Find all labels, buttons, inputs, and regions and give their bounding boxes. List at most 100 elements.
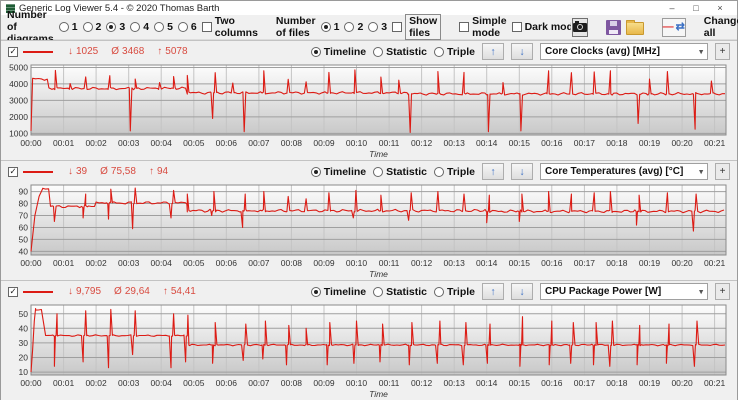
radio-icon [373, 47, 383, 57]
channel-up-button[interactable]: ↑ [482, 283, 504, 300]
panel-header: ✓ ↓9,795 Ø29,64 ↑54,41 Timeline Statisti… [1, 281, 737, 302]
channel-select[interactable]: Core Clocks (avg) [MHz]▾ [540, 43, 708, 60]
svg-text:1000: 1000 [9, 128, 28, 138]
svg-text:00:19: 00:19 [639, 138, 661, 148]
camera-icon [573, 23, 587, 32]
svg-text:00:09: 00:09 [313, 378, 335, 388]
svg-text:40: 40 [19, 323, 29, 333]
series-line-sample [23, 291, 53, 293]
svg-text:00:11: 00:11 [379, 378, 400, 388]
svg-text:5000: 5000 [9, 63, 28, 73]
chevron-down-icon: ▾ [699, 287, 703, 296]
series-stats: ↓1025 Ø3468 ↑5078 [68, 46, 197, 57]
svg-text:60: 60 [19, 223, 29, 233]
svg-text:00:19: 00:19 [639, 378, 661, 388]
channel-up-button[interactable]: ↑ [482, 163, 504, 180]
save-button[interactable] [606, 18, 621, 37]
channel-down-button[interactable]: ↓ [511, 43, 533, 60]
view-statistic-radio[interactable]: Statistic [373, 166, 427, 178]
minimize-button[interactable]: – [660, 1, 684, 15]
svg-text:00:00: 00:00 [20, 258, 42, 268]
svg-text:00:04: 00:04 [151, 378, 173, 388]
open-file-button[interactable] [626, 18, 644, 37]
channel-down-button[interactable]: ↓ [511, 283, 533, 300]
floppy-disk-icon [606, 20, 621, 35]
show-files-checkbox[interactable]: Show files [392, 14, 441, 40]
toolbar: Number of diagrams 1 2 3 4 5 6 Two colum… [1, 15, 737, 40]
diagrams-radio-6[interactable]: 6 [178, 21, 197, 33]
svg-text:00:02: 00:02 [85, 138, 107, 148]
channel-down-button[interactable]: ↓ [511, 163, 533, 180]
series-visible-checkbox[interactable]: ✓ [8, 287, 18, 297]
view-timeline-radio[interactable]: Timeline [311, 46, 366, 58]
svg-text:00:01: 00:01 [53, 258, 75, 268]
svg-text:00:15: 00:15 [509, 138, 531, 148]
diagrams-radio-1[interactable]: 1 [59, 21, 78, 33]
svg-text:00:10: 00:10 [346, 258, 368, 268]
view-triple-radio[interactable]: Triple [434, 46, 475, 58]
add-channel-button[interactable]: + [715, 43, 730, 60]
stat-min-value: 1025 [76, 46, 98, 57]
add-channel-button[interactable]: + [715, 163, 730, 180]
stat-avg-icon: Ø [100, 166, 108, 177]
arrow-up-icon: ↑ [490, 166, 495, 178]
channel-select[interactable]: CPU Package Power [W]▾ [540, 283, 708, 300]
add-channel-button[interactable]: + [715, 283, 730, 300]
window-controls: – □ × [660, 1, 732, 15]
svg-text:00:20: 00:20 [671, 138, 693, 148]
close-button[interactable]: × [708, 1, 732, 15]
view-statistic-radio[interactable]: Statistic [373, 46, 427, 58]
radio-icon [178, 22, 188, 32]
stat-max-value: 94 [157, 166, 168, 177]
svg-text:00:06: 00:06 [216, 258, 238, 268]
svg-text:00:02: 00:02 [85, 258, 107, 268]
view-triple-radio[interactable]: Triple [434, 166, 475, 178]
svg-text:00:03: 00:03 [118, 258, 140, 268]
diagrams-radio-4[interactable]: 4 [130, 21, 149, 33]
view-statistic-radio[interactable]: Statistic [373, 286, 427, 298]
stat-min-icon: ↓ [68, 286, 73, 297]
svg-text:00:20: 00:20 [671, 258, 693, 268]
radio-icon [59, 22, 69, 32]
view-triple-radio[interactable]: Triple [434, 286, 475, 298]
channel-select[interactable]: Core Temperatures (avg) [°C]▾ [540, 163, 708, 180]
view-timeline-radio[interactable]: Timeline [311, 166, 366, 178]
stat-max-icon: ↑ [149, 166, 154, 177]
channel-up-button[interactable]: ↑ [482, 43, 504, 60]
svg-text:00:16: 00:16 [541, 378, 563, 388]
diagrams-radio-2[interactable]: 2 [83, 21, 102, 33]
line-color-button[interactable]: — ⇄ [662, 18, 686, 37]
svg-text:00:14: 00:14 [476, 378, 498, 388]
svg-text:00:16: 00:16 [541, 258, 563, 268]
files-radio-1[interactable]: 1 [321, 21, 340, 33]
stat-avg-icon: Ø [111, 46, 119, 57]
radio-icon [434, 287, 444, 297]
folder-icon [626, 22, 644, 35]
channel-select-value: Core Clocks (avg) [MHz] [545, 46, 660, 57]
radio-icon [154, 22, 164, 32]
series-visible-checkbox[interactable]: ✓ [8, 47, 18, 57]
series-line-sample [23, 51, 53, 53]
svg-text:20: 20 [19, 353, 29, 363]
screenshot-button[interactable] [572, 18, 588, 37]
svg-text:50: 50 [19, 309, 29, 319]
panel-header: ✓ ↓1025 Ø3468 ↑5078 Timeline Statistic T… [1, 41, 737, 62]
diagrams-radio-3[interactable]: 3 [106, 21, 125, 33]
svg-text:00:06: 00:06 [216, 378, 238, 388]
simple-mode-checkbox[interactable]: Simple mode [459, 15, 506, 39]
svg-text:00:13: 00:13 [444, 378, 466, 388]
maximize-button[interactable]: □ [684, 1, 708, 15]
radio-icon [130, 22, 140, 32]
svg-text:90: 90 [19, 187, 29, 197]
svg-text:00:12: 00:12 [411, 258, 433, 268]
series-visible-checkbox[interactable]: ✓ [8, 167, 18, 177]
diagram-panels: ✓ ↓1025 Ø3468 ↑5078 Timeline Statistic T… [1, 40, 737, 400]
svg-text:00:11: 00:11 [379, 258, 400, 268]
two-columns-checkbox[interactable]: Two columns [202, 15, 258, 39]
dark-mode-checkbox[interactable]: Dark mode [512, 21, 571, 33]
diagrams-radio-5[interactable]: 5 [154, 21, 173, 33]
svg-text:00:16: 00:16 [541, 138, 563, 148]
files-radio-2[interactable]: 2 [344, 21, 363, 33]
view-timeline-radio[interactable]: Timeline [311, 286, 366, 298]
files-radio-3[interactable]: 3 [368, 21, 387, 33]
